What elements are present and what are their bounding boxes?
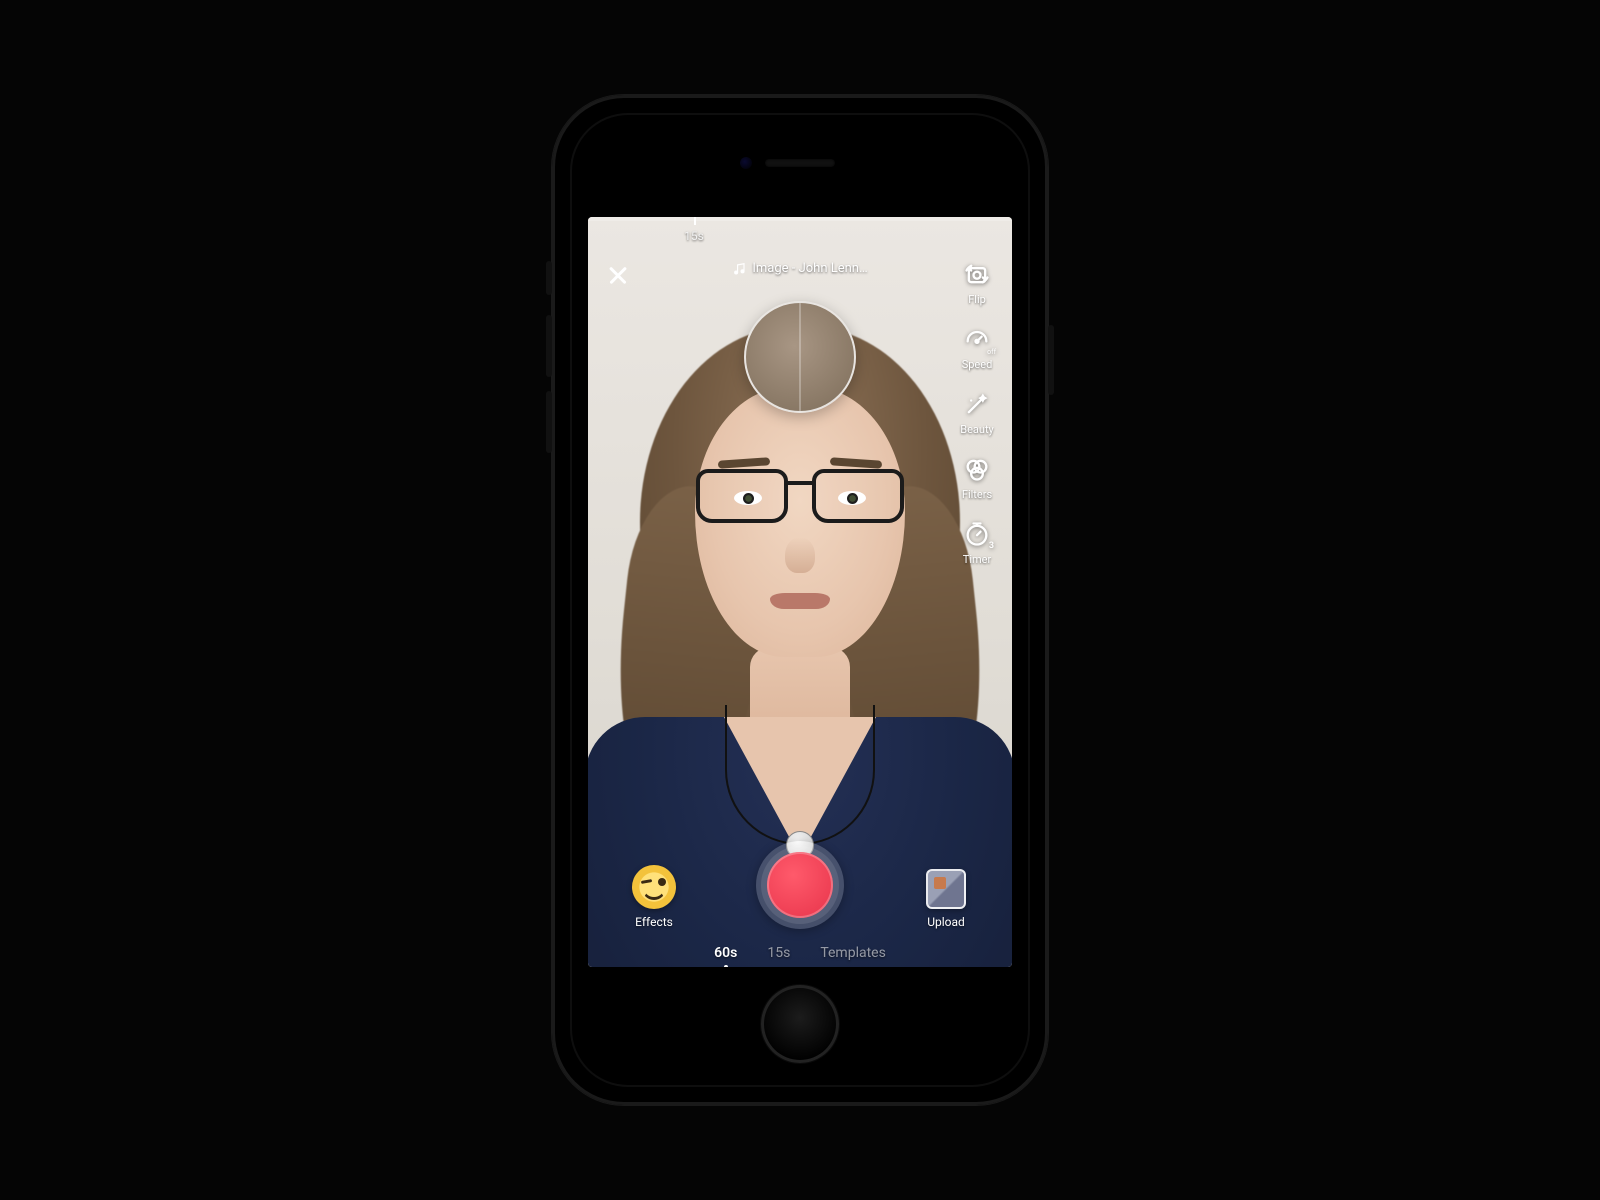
progress-tick-label: 15s [684, 229, 704, 243]
progress-tick-15s [694, 217, 696, 225]
mode-60s[interactable]: 60s [714, 945, 737, 961]
filters-icon [962, 454, 992, 484]
retouch-magnifier[interactable] [744, 301, 856, 413]
beauty-icon [962, 389, 992, 419]
mode-15s[interactable]: 15s [767, 945, 790, 961]
camera-ui-overlay: 15s Image - John Lenn… [588, 217, 1012, 967]
filters-button[interactable]: Filters [952, 454, 1002, 501]
mode-selector[interactable]: 60s 15s Templates [588, 945, 1012, 961]
close-button[interactable] [604, 261, 632, 289]
upload-button[interactable]: Upload [906, 869, 986, 929]
timer-icon: 3 [962, 519, 992, 549]
speed-button[interactable]: off Speed [952, 324, 1002, 371]
side-toolbar: Flip off Speed Beauty [952, 259, 1002, 566]
mute-switch [546, 261, 552, 295]
home-button[interactable] [761, 985, 839, 1063]
screen: 15s Image - John Lenn… [588, 217, 1012, 967]
bottom-controls: Effects Upload [588, 841, 1012, 929]
flip-button[interactable]: Flip [952, 259, 1002, 306]
effects-button[interactable]: Effects [614, 865, 694, 929]
power-button [1048, 325, 1054, 395]
timer-label: Timer [963, 553, 991, 566]
volume-down-button [546, 391, 552, 453]
flip-label: Flip [968, 293, 986, 306]
effects-label: Effects [635, 915, 673, 929]
speed-label: Speed [962, 358, 993, 371]
upload-label: Upload [927, 915, 965, 929]
speed-icon: off [962, 324, 992, 354]
record-icon [756, 841, 844, 929]
volume-up-button [546, 315, 552, 377]
flip-icon [962, 259, 992, 289]
timer-button[interactable]: 3 Timer [952, 519, 1002, 566]
recording-progress-track[interactable] [588, 217, 1012, 221]
timer-badge: 3 [989, 541, 994, 551]
phone-frame: 15s Image - John Lenn… [552, 95, 1048, 1105]
filters-label: Filters [962, 488, 992, 501]
phone-bezel: 15s Image - John Lenn… [570, 113, 1030, 1087]
music-note-icon [732, 262, 746, 276]
mode-templates[interactable]: Templates [820, 945, 886, 961]
front-camera-dot [740, 157, 752, 169]
sound-picker[interactable]: Image - John Lenn… [732, 261, 867, 276]
record-button[interactable] [756, 841, 844, 929]
upload-thumbnail [926, 869, 966, 909]
effects-icon [632, 865, 676, 909]
beauty-label: Beauty [960, 423, 994, 436]
earpiece-speaker [765, 159, 835, 167]
beauty-button[interactable]: Beauty [952, 389, 1002, 436]
sound-label: Image - John Lenn… [752, 261, 867, 276]
speed-badge: off [987, 348, 996, 356]
